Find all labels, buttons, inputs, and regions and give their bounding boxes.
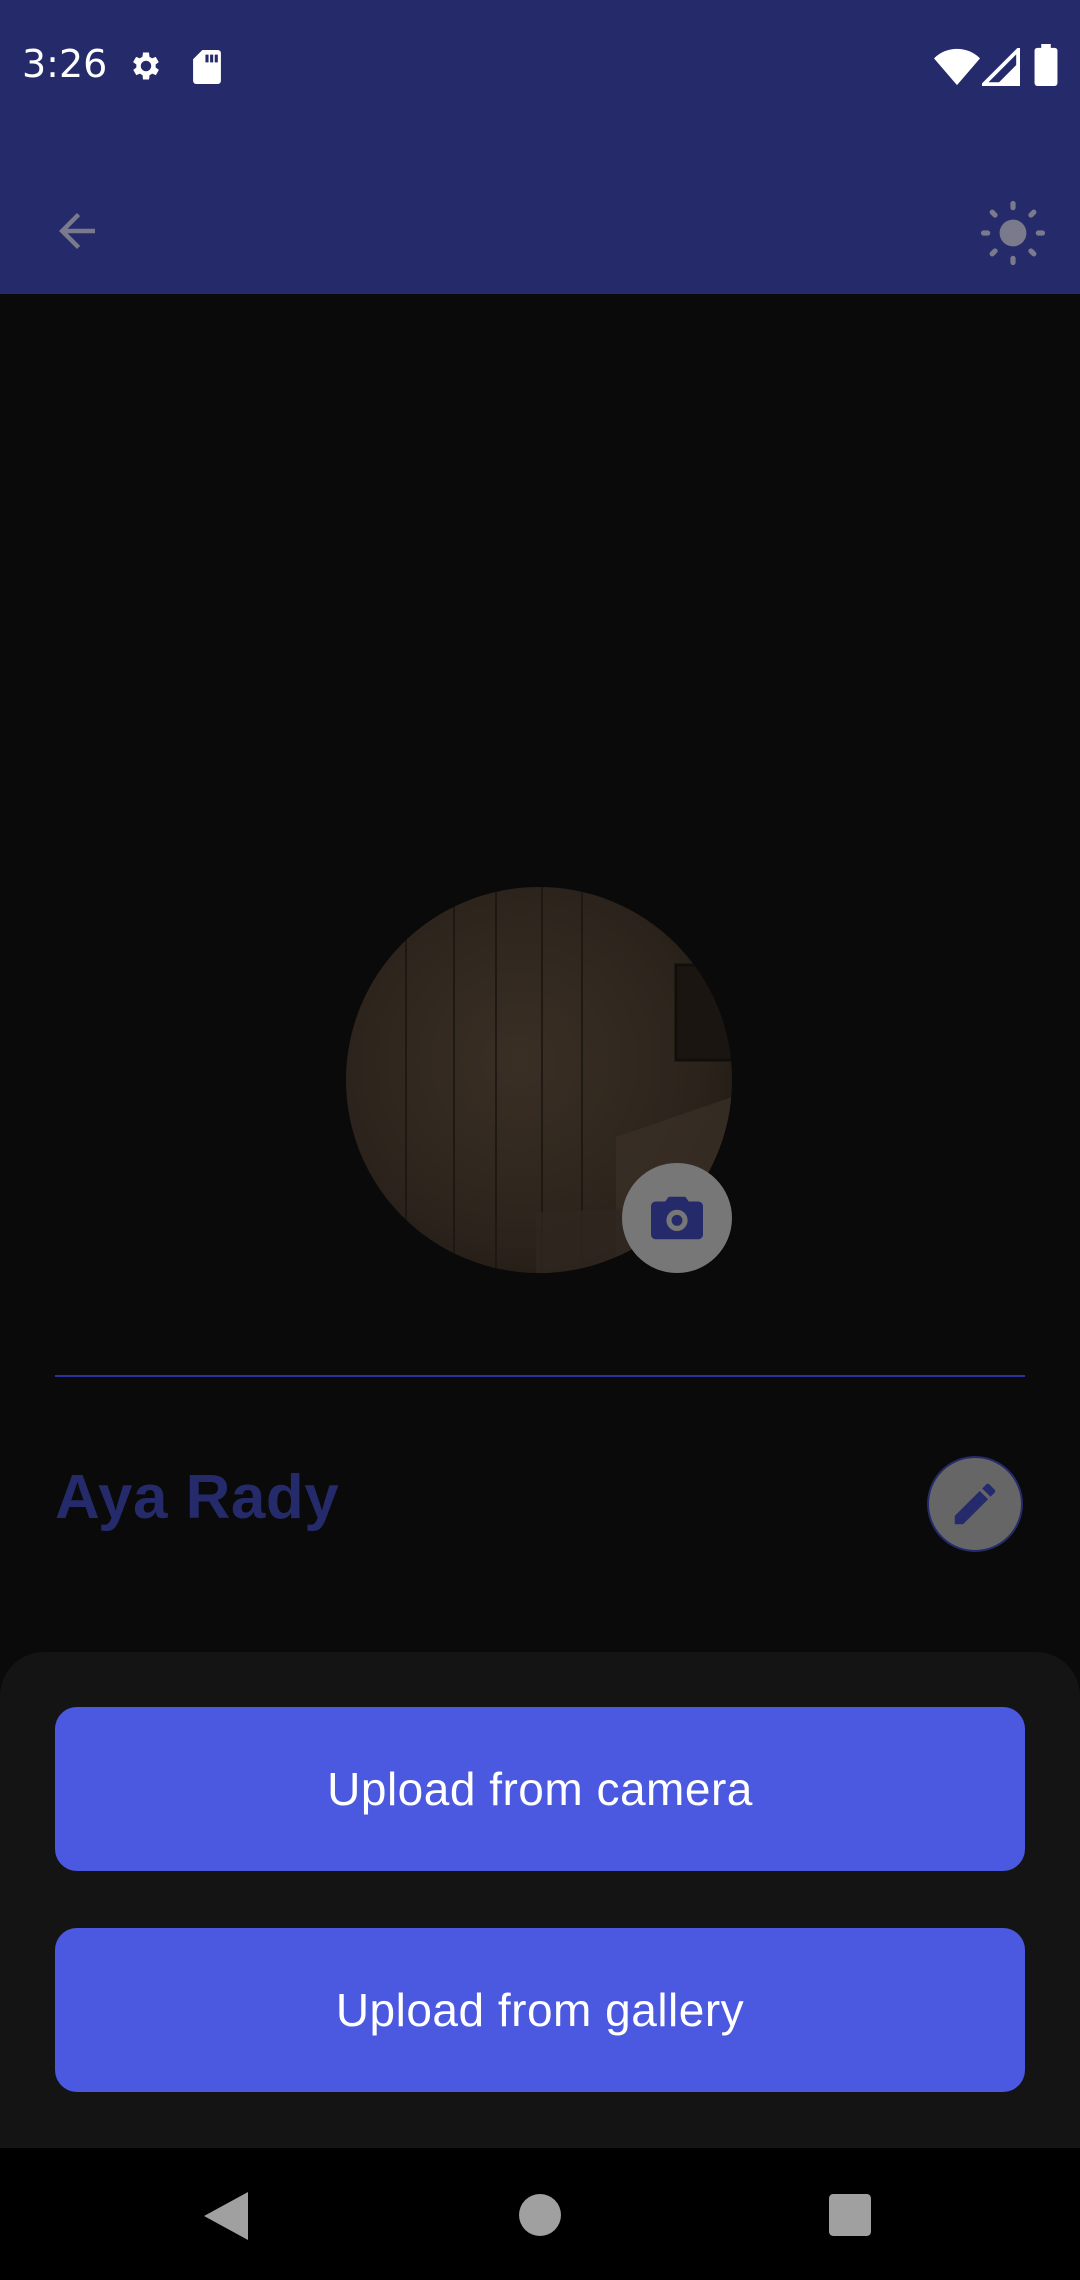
status-bar: 3:26 xyxy=(0,0,1080,134)
battery-icon xyxy=(1034,44,1058,86)
nav-recents-icon[interactable] xyxy=(829,2194,871,2236)
theme-toggle-button[interactable] xyxy=(978,198,1048,268)
cell-signal-icon xyxy=(982,48,1020,86)
edit-name-button[interactable] xyxy=(927,1456,1023,1552)
camera-icon xyxy=(651,1196,703,1240)
change-photo-button[interactable] xyxy=(622,1163,732,1273)
nav-back-icon[interactable] xyxy=(204,2192,248,2240)
settings-gear-icon xyxy=(133,52,159,80)
upload-bottom-sheet: Upload from camera Upload from gallery xyxy=(0,1652,1080,2148)
back-button[interactable] xyxy=(50,204,104,258)
sd-card-icon xyxy=(193,50,221,84)
pencil-icon xyxy=(954,1483,996,1525)
profile-divider xyxy=(55,1375,1025,1377)
status-time: 3:26 xyxy=(22,42,108,86)
wifi-icon xyxy=(934,48,980,86)
profile-screen: 3:26 Aya Rady Upload from camera Upload … xyxy=(0,0,1080,2280)
upload-from-camera-button[interactable]: Upload from camera xyxy=(55,1707,1025,1871)
app-bar xyxy=(0,134,1080,294)
nav-home-icon[interactable] xyxy=(519,2194,561,2236)
system-nav-bar xyxy=(0,2148,1080,2280)
upload-from-gallery-button[interactable]: Upload from gallery xyxy=(55,1928,1025,2092)
profile-name: Aya Rady xyxy=(55,1463,340,1532)
